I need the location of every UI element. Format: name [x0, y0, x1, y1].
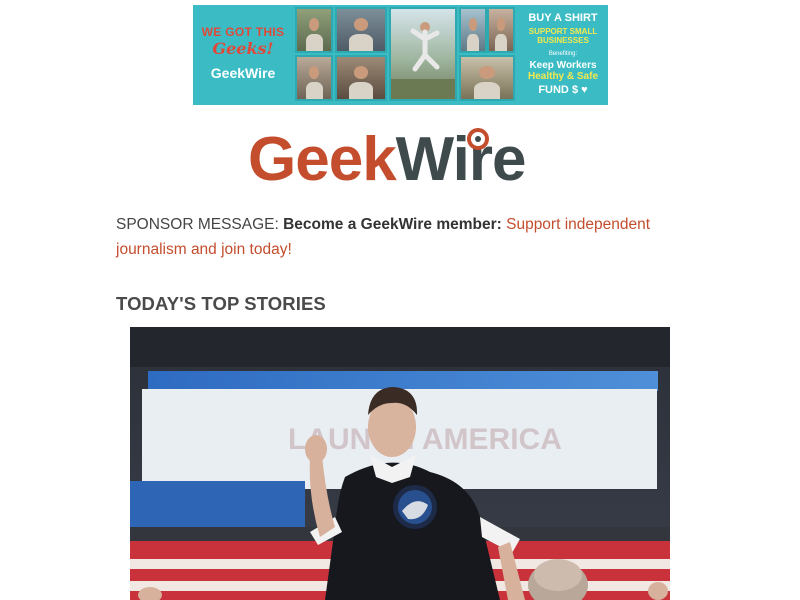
section-heading: TODAY'S TOP STORIES [116, 293, 326, 314]
top-story-image[interactable]: LAUNCH AMERICA [130, 327, 670, 600]
sponsor-lead: SPONSOR MESSAGE: [116, 216, 279, 233]
geekwire-logo[interactable]: GeekWire [248, 129, 553, 191]
banner-photo [389, 7, 457, 101]
banner-cta-block: BUY A SHIRT SUPPORT SMALL BUSINESSES Ben… [518, 5, 608, 105]
banner-headline-line2: Geeks! [212, 39, 274, 58]
banner-photo [295, 55, 333, 101]
jumping-person-illustration [391, 22, 455, 99]
logo-dot-icon [467, 128, 489, 150]
banner-headline-line1: WE GOT THIS [201, 25, 285, 39]
banner-photo-collage [295, 7, 515, 103]
banner-photo [459, 55, 515, 101]
banner-fund-line3: FUND [538, 84, 569, 96]
sponsor-banner-ad[interactable]: WE GOT THIS Geeks! GeekWire BUY A SHIRT [193, 5, 608, 105]
banner-cta-sub: SUPPORT SMALL BUSINESSES [518, 27, 608, 45]
backdrop-text: LAUNCH AMERICA [288, 423, 562, 456]
banner-fund-name: Keep Workers Healthy & Safe [518, 60, 608, 82]
banner-benefiting: Benefiting: [548, 51, 578, 57]
banner-photo [335, 7, 387, 53]
banner-photo [487, 7, 515, 53]
banner-fund-line3-wrap: FUND $ ♥ [518, 84, 608, 96]
banner-fund-line2: Healthy & Safe [527, 71, 599, 82]
story-photo: LAUNCH AMERICA [130, 327, 670, 600]
banner-fund-line1: Keep Workers [529, 60, 597, 71]
banner-headline-block: WE GOT THIS Geeks! GeekWire [193, 5, 293, 105]
banner-cta: BUY A SHIRT [528, 12, 598, 24]
email-page: WE GOT THIS Geeks! GeekWire BUY A SHIRT [0, 0, 800, 600]
banner-brand: GeekWire [210, 65, 276, 81]
banner-fund-symbols: $ [571, 84, 579, 96]
banner-photo [335, 55, 387, 101]
banner-cta-sub-line1: SUPPORT SMALL [528, 27, 598, 36]
logo-part-wire: Wire [395, 125, 527, 194]
banner-photo [295, 7, 333, 53]
banner-cta-sub-line2: BUSINESSES [537, 36, 589, 45]
banner-photo [459, 7, 487, 53]
logo-part-geek: Geek [248, 125, 397, 194]
sponsor-message: SPONSOR MESSAGE: Become a GeekWire membe… [116, 212, 676, 262]
heart-icon: ♥ [581, 84, 588, 96]
sponsor-bold: Become a GeekWire member: [283, 216, 502, 233]
